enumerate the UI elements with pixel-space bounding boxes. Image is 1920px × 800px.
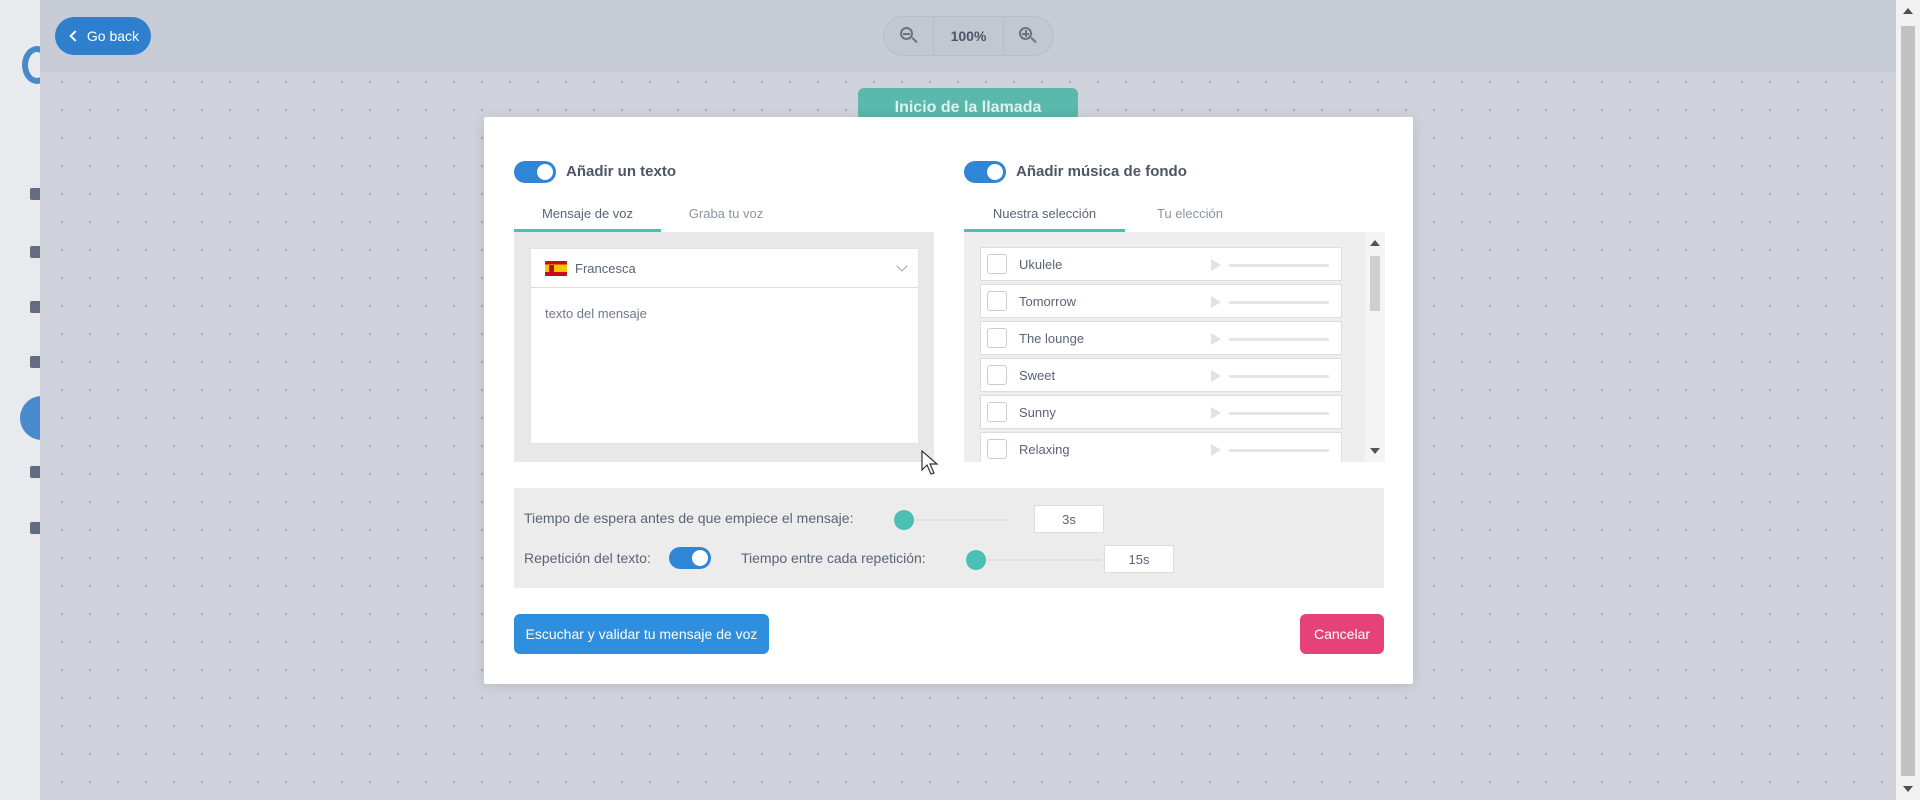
repeat-interval-label: Tiempo entre cada repetición: <box>741 550 926 566</box>
go-back-button[interactable]: Go back <box>55 17 151 55</box>
play-icon[interactable] <box>1211 444 1221 456</box>
voice-select[interactable]: Francesca <box>531 249 918 288</box>
repeat-interval-slider[interactable] <box>966 550 1101 570</box>
track-name: Tomorrow <box>1019 293 1077 309</box>
track-name: Sunny <box>1019 404 1056 420</box>
timing-settings: Tiempo de espera antes de que empiece el… <box>514 488 1384 588</box>
spain-flag-icon <box>545 260 567 276</box>
chevron-down-icon <box>896 260 908 272</box>
track-checkbox[interactable] <box>987 365 1007 385</box>
cancel-button[interactable]: Cancelar <box>1300 614 1384 654</box>
zoom-out-icon <box>899 27 918 45</box>
repeat-text-toggle[interactable] <box>669 547 711 569</box>
scroll-up-arrow-icon[interactable] <box>1903 8 1913 14</box>
music-list: Ukulele Tomorrow The lounge Sweet Sunny <box>964 232 1385 462</box>
toggle-knob <box>537 164 553 180</box>
play-icon[interactable] <box>1211 259 1221 271</box>
track-checkbox[interactable] <box>987 291 1007 311</box>
play-icon[interactable] <box>1211 296 1221 308</box>
zoom-level: 100% <box>933 17 1004 55</box>
track-item[interactable]: Ukulele <box>980 247 1342 281</box>
track-checkbox[interactable] <box>987 254 1007 274</box>
track-progress[interactable] <box>1229 301 1329 304</box>
play-icon[interactable] <box>1211 407 1221 419</box>
track-checkbox[interactable] <box>987 328 1007 348</box>
scroll-down-arrow-icon[interactable] <box>1370 448 1380 454</box>
scroll-up-arrow-icon[interactable] <box>1370 240 1380 246</box>
scrollbar-thumb[interactable] <box>1901 26 1915 776</box>
voice-panel: Francesca texto del mensaje <box>514 232 934 462</box>
toggle-knob <box>692 550 708 566</box>
slider-handle[interactable] <box>966 550 986 570</box>
message-textarea[interactable]: texto del mensaje <box>531 288 918 443</box>
tab-your-choice[interactable]: Tu elección <box>1125 206 1255 232</box>
add-text-title: Añadir un texto <box>566 163 677 180</box>
wait-time-slider[interactable] <box>894 510 1009 530</box>
slider-handle[interactable] <box>894 510 914 530</box>
toggle-knob <box>987 164 1003 180</box>
add-text-toggle[interactable] <box>514 161 556 183</box>
track-progress[interactable] <box>1229 449 1329 452</box>
track-item[interactable]: Sunny <box>980 395 1342 429</box>
zoom-in-button[interactable] <box>1004 17 1053 55</box>
track-progress[interactable] <box>1229 375 1329 378</box>
track-item[interactable]: Tomorrow <box>980 284 1342 318</box>
tab-our-selection[interactable]: Nuestra selección <box>964 206 1125 232</box>
track-progress[interactable] <box>1229 338 1329 341</box>
wait-time-value[interactable]: 3s <box>1034 505 1104 533</box>
track-item[interactable]: The lounge <box>980 321 1342 355</box>
zoom-out-button[interactable] <box>884 17 933 55</box>
tab-voice-message[interactable]: Mensaje de voz <box>514 206 661 232</box>
page-scrollbar[interactable] <box>1896 0 1920 800</box>
music-list-scrollbar[interactable] <box>1365 232 1385 462</box>
track-name: Ukulele <box>1019 256 1063 272</box>
listen-validate-button[interactable]: Escuchar y validar tu mensaje de voz <box>514 614 769 654</box>
play-icon[interactable] <box>1211 333 1221 345</box>
voice-name: Francesca <box>575 260 636 276</box>
track-progress[interactable] <box>1229 264 1329 267</box>
go-back-label: Go back <box>86 28 140 44</box>
voice-card: Francesca texto del mensaje <box>530 248 919 444</box>
track-checkbox[interactable] <box>987 402 1007 422</box>
voice-message-modal: Añadir un texto Mensaje de voz Graba tu … <box>484 117 1413 684</box>
chevron-left-icon <box>69 30 81 42</box>
track-item[interactable]: Relaxing <box>980 432 1342 462</box>
zoom-controls: 100% <box>883 16 1054 56</box>
play-icon[interactable] <box>1211 370 1221 382</box>
track-name: The lounge <box>1019 330 1085 346</box>
track-name: Sweet <box>1019 367 1056 383</box>
zoom-in-icon <box>1019 27 1037 45</box>
track-name: Relaxing <box>1019 441 1070 457</box>
track-item[interactable]: Sweet <box>980 358 1342 392</box>
track-checkbox[interactable] <box>987 439 1007 459</box>
scrollbar-thumb[interactable] <box>1370 256 1380 311</box>
repeat-interval-value[interactable]: 15s <box>1104 545 1174 573</box>
tab-record-voice[interactable]: Graba tu voz <box>661 206 791 232</box>
track-progress[interactable] <box>1229 412 1329 415</box>
add-music-toggle[interactable] <box>964 161 1006 183</box>
scroll-down-arrow-icon[interactable] <box>1903 786 1913 792</box>
wait-time-label: Tiempo de espera antes de que empiece el… <box>524 510 854 526</box>
add-music-title: Añadir música de fondo <box>1016 163 1187 180</box>
repeat-text-label: Repetición del texto: <box>524 550 651 566</box>
left-sidebar <box>0 0 60 800</box>
